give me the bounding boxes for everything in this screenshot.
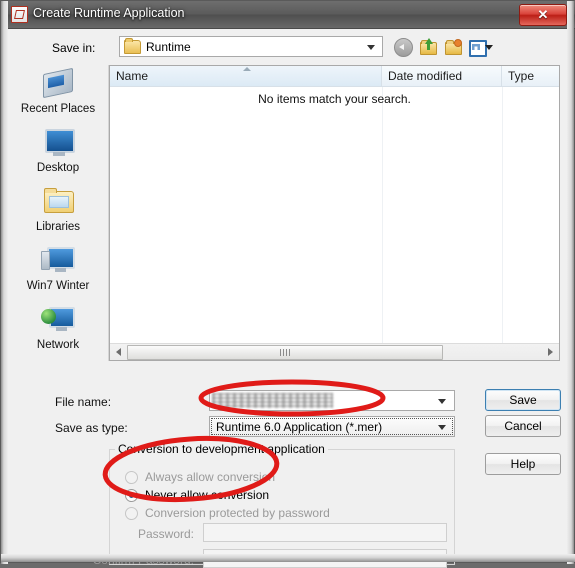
column-header-type[interactable]: Type: [502, 66, 562, 86]
chevron-down-icon[interactable]: [438, 425, 446, 430]
place-label: Desktop: [36, 162, 80, 174]
views-button[interactable]: [468, 37, 493, 57]
conversion-group-title: Conversion to development application: [115, 442, 328, 456]
chevron-down-icon: [485, 45, 493, 50]
column-header-name[interactable]: Name: [110, 66, 382, 86]
save-in-row: Save in: Runtime: [8, 33, 560, 61]
column-divider: [382, 87, 383, 343]
column-header-label: Date modified: [388, 69, 463, 83]
place-label: Network: [36, 339, 80, 351]
scrollbar-thumb[interactable]: [127, 345, 443, 360]
cancel-button-label: Cancel: [504, 419, 542, 433]
save-button[interactable]: Save: [485, 389, 561, 411]
radio-label: Conversion protected by password: [145, 506, 330, 520]
recent-places-icon: [41, 67, 75, 99]
new-folder-button[interactable]: [443, 37, 463, 57]
file-name-input[interactable]: [209, 390, 455, 411]
file-name-redacted-value: [212, 393, 333, 408]
save-in-label: Save in:: [52, 41, 95, 55]
close-icon: ✕: [537, 7, 549, 22]
radio-indicator: [125, 471, 138, 484]
radio-label: Never allow conversion: [145, 488, 270, 502]
save-in-value: Runtime: [146, 40, 191, 54]
scroll-right-icon[interactable]: [543, 344, 559, 359]
grip-icon: [280, 349, 290, 356]
radio-label: Always allow conversion: [145, 470, 276, 484]
place-network[interactable]: Network: [8, 301, 108, 357]
new-badge-icon: [454, 39, 462, 47]
window-title: Create Runtime Application: [33, 6, 185, 20]
column-divider: [502, 87, 503, 343]
radio-indicator-selected: [125, 489, 138, 502]
create-runtime-application-dialog: Create Runtime Application ✕ Save in: Ru…: [0, 0, 575, 568]
place-desktop[interactable]: Desktop: [8, 124, 108, 180]
file-name-label: File name:: [55, 395, 112, 409]
application-icon: [11, 6, 28, 23]
help-button[interactable]: Help: [485, 453, 561, 475]
libraries-icon: [41, 185, 75, 217]
title-bar: Create Runtime Application ✕: [1, 1, 575, 29]
desktop-icon: [41, 126, 75, 158]
file-list-header: Name Date modified Type: [110, 66, 559, 87]
save-button-label: Save: [509, 393, 537, 407]
network-icon: [41, 303, 75, 335]
radio-indicator: [125, 507, 138, 520]
window-frame-bottom: [1, 554, 575, 562]
save-in-label-text: Save in:: [52, 41, 96, 55]
place-win7-winter[interactable]: Win7 Winter: [8, 242, 108, 298]
close-button[interactable]: ✕: [519, 4, 567, 26]
back-arrow-icon: [394, 38, 413, 57]
up-one-level-button[interactable]: [418, 37, 438, 57]
cancel-button[interactable]: Cancel: [485, 415, 561, 437]
navigation-toolbar: [393, 36, 493, 58]
column-header-date-modified[interactable]: Date modified: [382, 66, 502, 86]
empty-list-message: No items match your search.: [258, 92, 411, 106]
save-in-combobox[interactable]: Runtime: [119, 36, 383, 57]
password-label: Password:: [137, 527, 194, 541]
place-label: Recent Places: [20, 103, 96, 115]
place-label: Libraries: [35, 221, 81, 233]
scroll-left-icon[interactable]: [110, 344, 126, 359]
sort-ascending-icon: [243, 67, 251, 71]
window-frame-left: [1, 1, 8, 564]
file-list[interactable]: Name Date modified Type No items match y…: [109, 65, 560, 361]
column-header-label: Name: [116, 69, 149, 83]
places-bar: Recent Places Desktop Libraries Win7 Win…: [8, 65, 109, 361]
password-input[interactable]: [203, 523, 447, 542]
up-arrow-stem-icon: [427, 43, 430, 50]
save-as-type-combobox[interactable]: Runtime 6.0 Application (*.mer): [209, 416, 455, 437]
back-button[interactable]: [393, 37, 413, 57]
help-button-label: Help: [510, 457, 536, 471]
place-libraries[interactable]: Libraries: [8, 183, 108, 239]
folder-icon: [124, 38, 141, 54]
chevron-down-icon[interactable]: [438, 399, 446, 404]
column-header-label: Type: [508, 69, 535, 83]
computer-icon: [41, 244, 75, 276]
save-as-type-label: Save as type:: [55, 421, 128, 435]
save-as-type-value: Runtime 6.0 Application (*.mer): [216, 420, 383, 434]
chevron-down-icon: [367, 45, 375, 50]
window-frame-right: [567, 1, 574, 564]
place-label: Win7 Winter: [26, 280, 90, 292]
horizontal-scrollbar[interactable]: [110, 343, 559, 360]
place-recent-places[interactable]: Recent Places: [8, 65, 108, 121]
dialog-body: Save in: Runtime Recent Places Desktop L…: [8, 29, 567, 568]
